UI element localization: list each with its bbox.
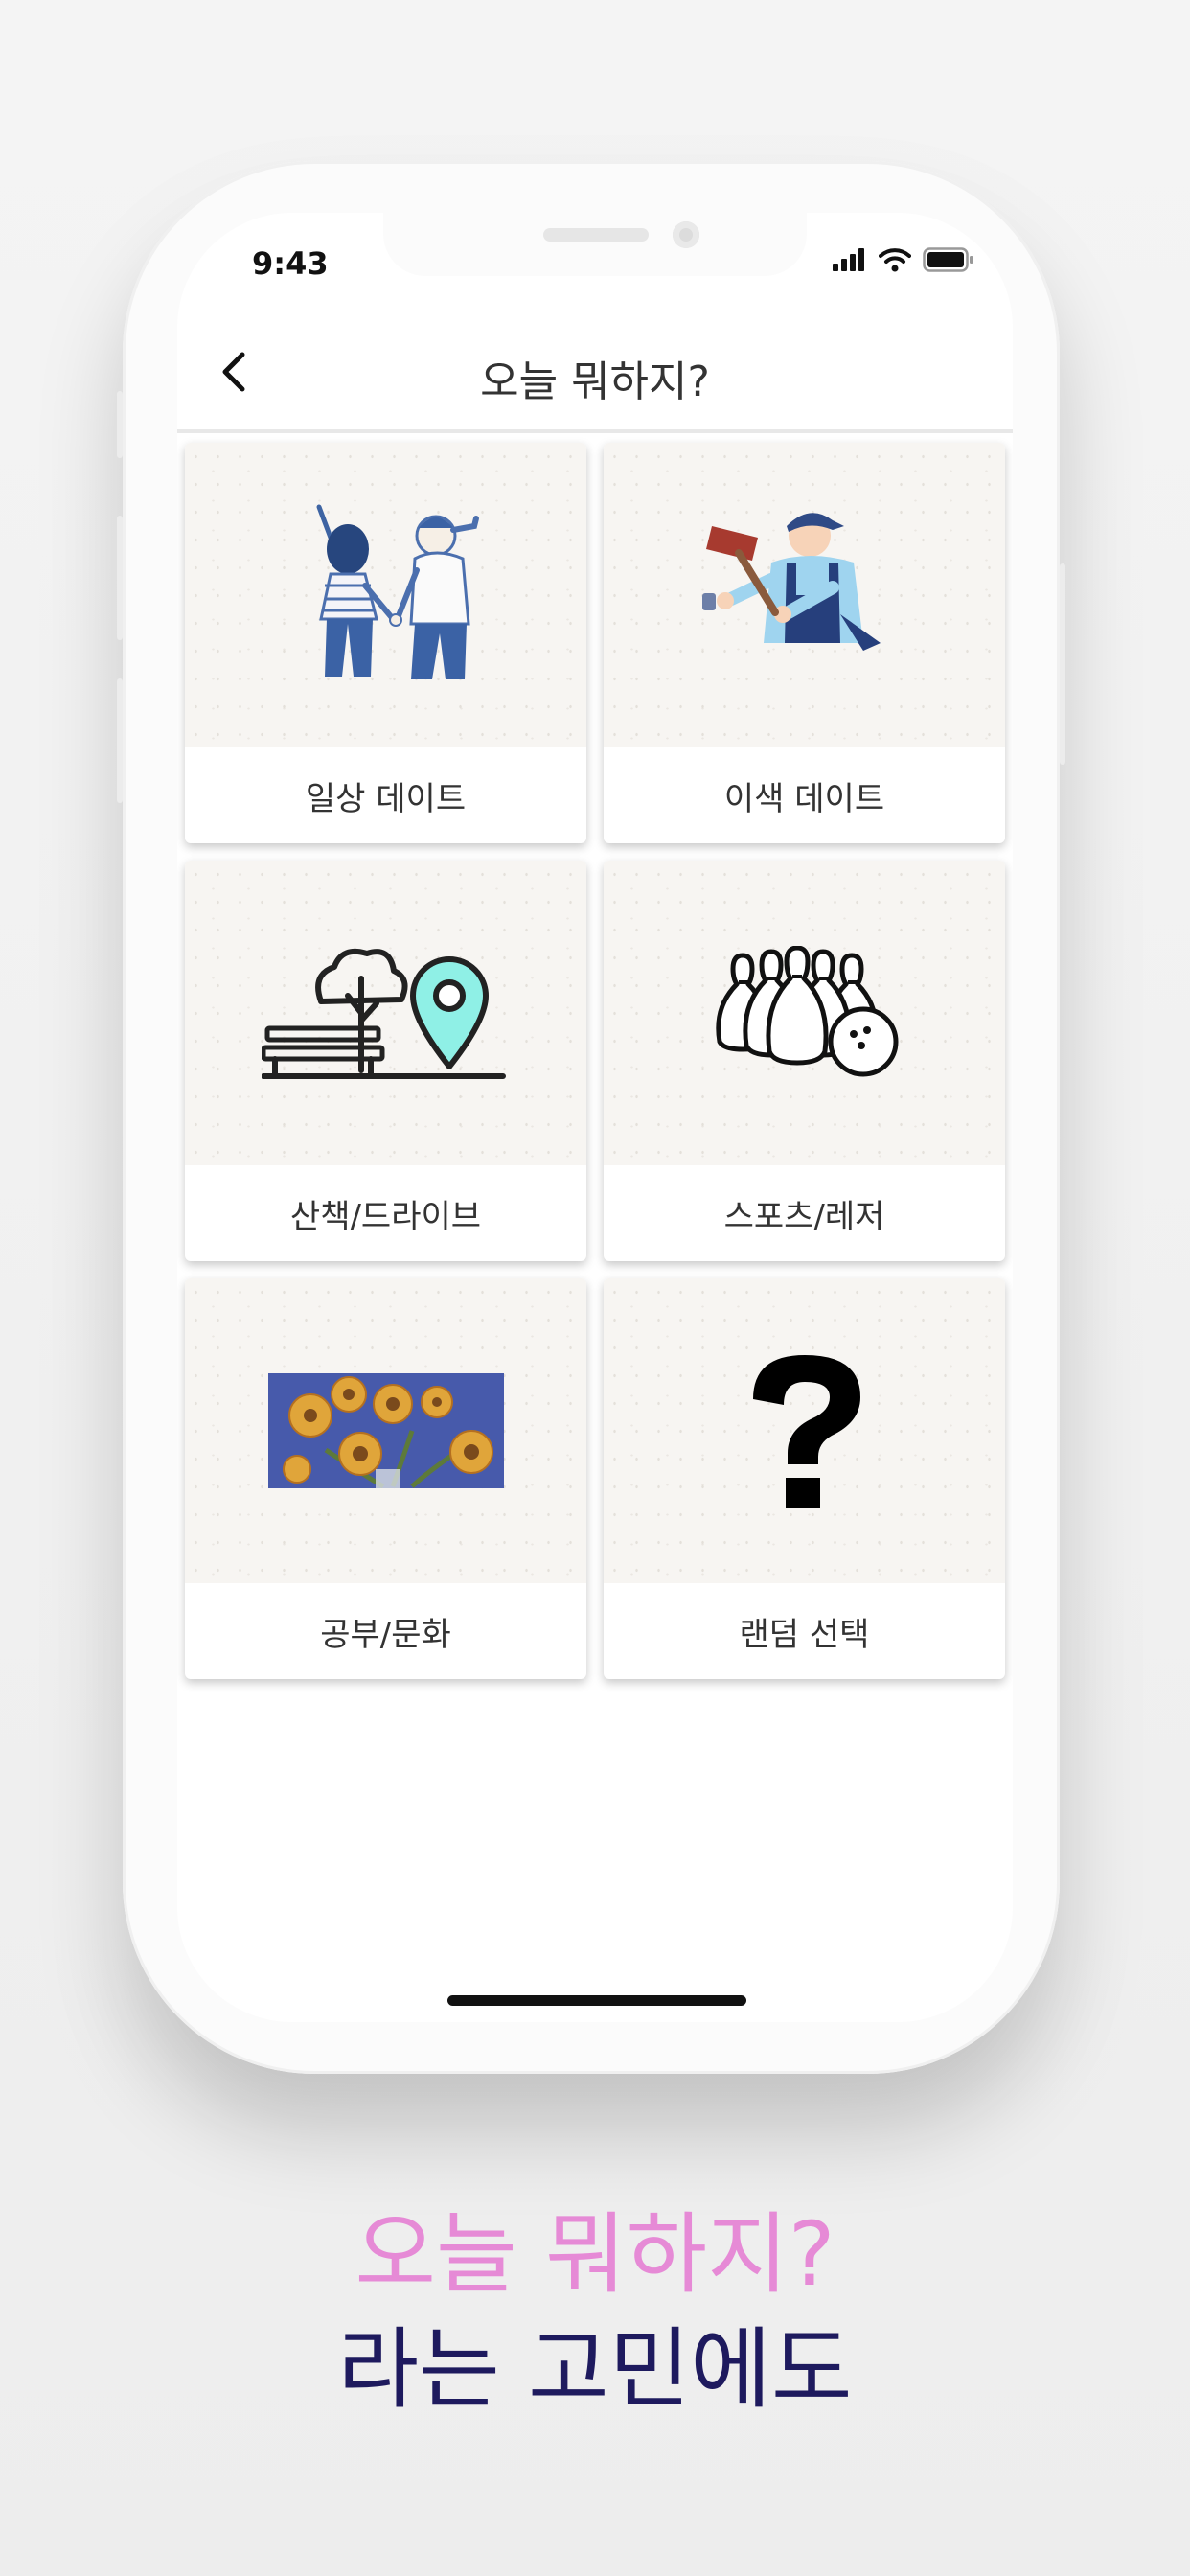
page-title: 오늘 뭐하지? xyxy=(480,357,710,406)
promo-caption-line2: 라는 고민에도 xyxy=(337,2318,853,2421)
battery-icon xyxy=(923,247,973,272)
category-card-daily-date[interactable]: 일상 데이트 xyxy=(185,443,586,843)
status-time: 9:43 xyxy=(252,245,329,282)
category-label: 산책/드라이브 xyxy=(289,1197,482,1236)
category-image xyxy=(185,1278,586,1583)
category-label: 랜덤 선택 xyxy=(739,1615,870,1654)
category-label: 이색 데이트 xyxy=(723,779,885,818)
power-button xyxy=(1060,564,1065,765)
phone-screen: 9:43 오늘 뭐하지? 일상 데이트 이색 데이트 산책/드라이브 스포츠/레… xyxy=(177,213,1013,2022)
notch xyxy=(383,213,807,276)
category-image xyxy=(185,443,586,748)
category-card-walk-drive[interactable]: 산책/드라이브 xyxy=(185,861,586,1261)
mute-switch xyxy=(117,391,123,458)
category-image xyxy=(604,1278,1005,1583)
category-card-random-pick[interactable]: 랜덤 선택 xyxy=(604,1278,1005,1679)
category-card-sports-leisure[interactable]: 스포츠/레저 xyxy=(604,861,1005,1261)
question-mark-icon xyxy=(752,1355,860,1508)
category-label: 일상 데이트 xyxy=(305,779,467,818)
category-image xyxy=(604,861,1005,1165)
navigation-bar: 오늘 뭐하지? xyxy=(177,318,1013,433)
sunflower-painting-icon xyxy=(267,1373,504,1488)
wifi-icon xyxy=(879,248,911,272)
status-icons xyxy=(833,247,974,272)
category-card-unique-date[interactable]: 이색 데이트 xyxy=(604,443,1005,843)
craftsman-hammer-icon xyxy=(701,513,881,651)
home-indicator[interactable] xyxy=(447,1995,746,2006)
volume-up-button xyxy=(117,516,123,640)
signal-bars-icon xyxy=(833,248,864,271)
volume-down-button xyxy=(117,678,123,803)
category-image xyxy=(604,443,1005,748)
promo-caption-line1: 오늘 뭐하지? xyxy=(355,2203,835,2306)
front-camera xyxy=(673,221,699,248)
category-label: 공부/문화 xyxy=(320,1615,451,1654)
park-bench-location-pin-icon xyxy=(261,948,506,1079)
category-image xyxy=(185,861,586,1165)
bowling-pins-icon xyxy=(715,946,898,1077)
category-card-study-culture[interactable]: 공부/문화 xyxy=(185,1278,586,1679)
category-grid: 일상 데이트 이색 데이트 산책/드라이브 스포츠/레저 공부/문화 랜덤 선택 xyxy=(185,443,1005,1679)
speaker xyxy=(543,228,649,242)
category-label: 스포츠/레저 xyxy=(723,1197,885,1236)
couple-holding-hands-icon xyxy=(316,504,479,679)
